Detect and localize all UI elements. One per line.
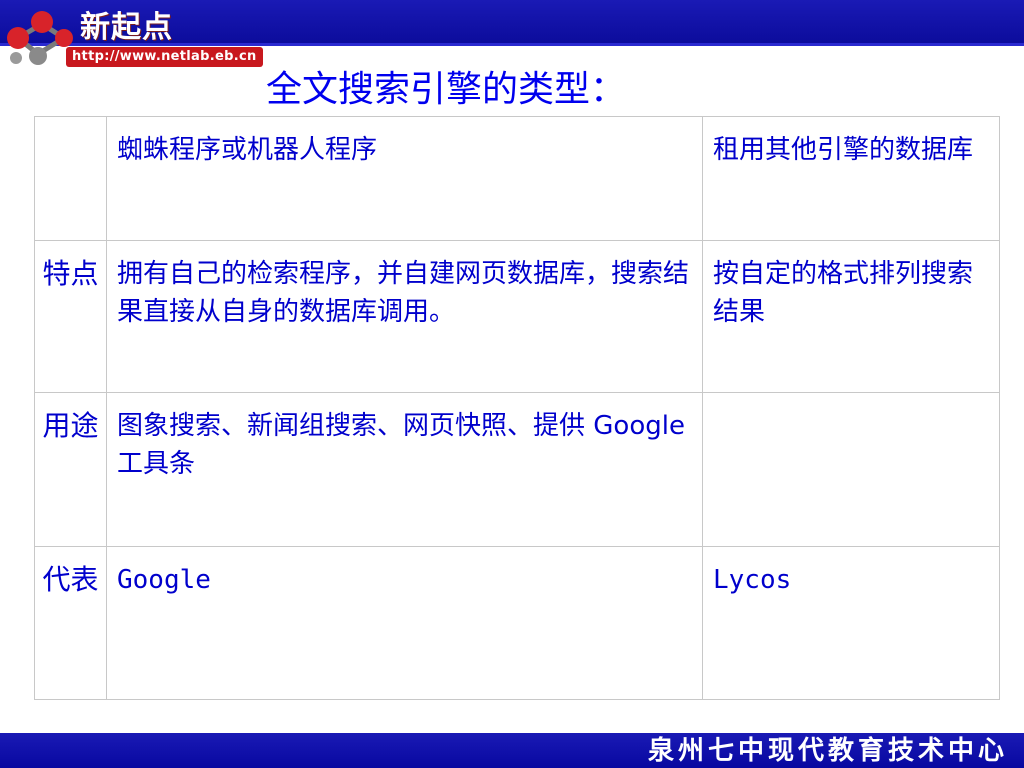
row-label-features: 特点 xyxy=(34,240,107,393)
table-cell: Google xyxy=(106,546,703,700)
page-title: 全文搜索引擎的类型： xyxy=(266,69,627,110)
logo-url: http://www.netlab.eb.cn xyxy=(66,47,263,67)
table-corner-cell xyxy=(34,116,107,241)
table-cell: Lycos xyxy=(702,546,1000,700)
table-row: 用途 图象搜索、新闻组搜索、网页快照、提供 Google工具条 xyxy=(34,392,1000,547)
table-cell: 图象搜索、新闻组搜索、网页快照、提供 Google工具条 xyxy=(106,392,703,547)
bottom-banner: 泉州七中现代教育技术中心 xyxy=(0,733,1024,768)
logo: 新起点 http://www.netlab.eb.cn xyxy=(0,0,290,72)
search-engine-type-table: 蜘蛛程序或机器人程序 租用其他引擎的数据库 特点 拥有自己的检索程序，并自建网页… xyxy=(34,116,1000,700)
row-label-representative: 代表 xyxy=(34,546,107,700)
table-row: 代表 Google Lycos xyxy=(34,546,1000,700)
table-row: 特点 拥有自己的检索程序，并自建网页数据库，搜索结果直接从自身的数据库调用。 按… xyxy=(34,240,1000,393)
table-cell: 按自定的格式排列搜索结果 xyxy=(702,240,1000,393)
row-label-uses: 用途 xyxy=(34,392,107,547)
table-cell: 拥有自己的检索程序，并自建网页数据库，搜索结果直接从自身的数据库调用。 xyxy=(106,240,703,393)
logo-text: 新起点 xyxy=(80,10,173,45)
column-header-rented-db: 租用其他引擎的数据库 xyxy=(702,116,1000,241)
column-header-spider: 蜘蛛程序或机器人程序 xyxy=(106,116,703,241)
table-cell xyxy=(702,392,1000,547)
footer-text: 泉州七中现代教育技术中心 xyxy=(647,736,1008,766)
table-header-row: 蜘蛛程序或机器人程序 租用其他引擎的数据库 xyxy=(34,116,1000,241)
